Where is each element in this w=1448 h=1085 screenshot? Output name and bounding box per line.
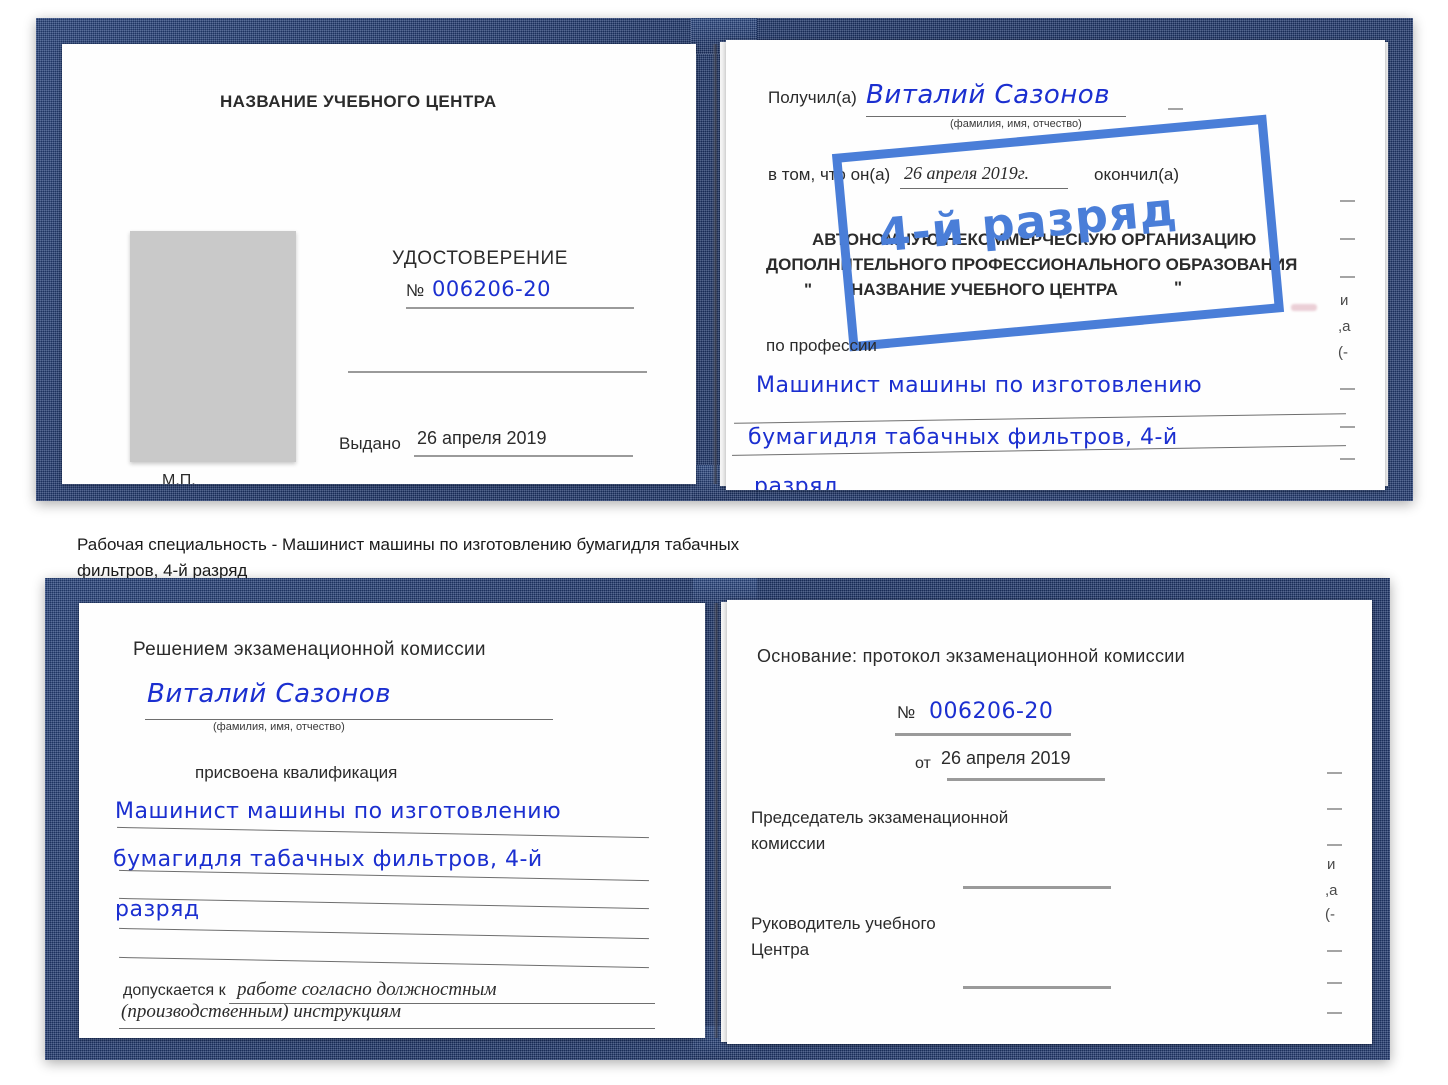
profession-hand-line-1: Машинист машины по изготовлению bbox=[756, 373, 1203, 398]
qualification-hand-line-3: разряд bbox=[115, 897, 200, 922]
head-of-center-signature-rule bbox=[963, 986, 1111, 989]
margin-fragment-6: (- bbox=[1338, 344, 1348, 361]
protocol-date-prefix: от bbox=[915, 755, 931, 772]
head-of-center-label-line-2: Центра bbox=[751, 940, 810, 959]
caption-line-1: Рабочая специальность - Машинист машины … bbox=[77, 535, 740, 554]
margin-fragment-2: — bbox=[1340, 230, 1355, 247]
margin-fragment-1: — bbox=[1340, 192, 1355, 209]
caption-block: Рабочая специальность - Машинист машины … bbox=[77, 532, 1007, 584]
protocol-number-prefix: № bbox=[897, 703, 916, 722]
book-top-right-page: Получил(а) Виталий Сазонов (фамилия, имя… bbox=[726, 40, 1385, 490]
margin-fragment-b8: — bbox=[1327, 974, 1342, 991]
qualification-rule-4 bbox=[119, 927, 649, 940]
chairman-signature-rule bbox=[963, 886, 1111, 889]
organization-quote-open: " bbox=[804, 280, 813, 299]
margin-fragment-b6: (- bbox=[1325, 906, 1335, 923]
pink-smudge bbox=[1291, 304, 1317, 311]
margin-fragment-9: — bbox=[1340, 450, 1355, 467]
commission-name-value: Виталий Сазонов bbox=[147, 679, 392, 709]
profession-hand-line-2: бумагидля табачных фильтров, 4-й bbox=[748, 425, 1178, 450]
profession-hand-line-3: разряд bbox=[754, 474, 839, 490]
photo-placeholder bbox=[130, 231, 296, 462]
admitted-rule-2 bbox=[119, 1028, 655, 1029]
training-center-name-heading: НАЗВАНИЕ УЧЕБНОГО ЦЕНТРА bbox=[220, 92, 497, 111]
protocol-date-rule bbox=[947, 778, 1105, 781]
book-bottom-right-page: Основание: протокол экзаменационной коми… bbox=[727, 600, 1372, 1044]
certificate-book-top: НАЗВАНИЕ УЧЕБНОГО ЦЕНТРА УДОСТОВЕРЕНИЕ №… bbox=[36, 18, 1413, 501]
blank-rule-middle bbox=[348, 371, 647, 373]
margin-fragment-b1: — bbox=[1327, 764, 1342, 781]
qualification-hand-line-2: бумагидля табачных фильтров, 4-й bbox=[113, 847, 543, 872]
margin-fragment-5: ,а bbox=[1338, 318, 1351, 335]
certificate-book-bottom: Решением экзаменационной комиссии Витали… bbox=[45, 578, 1390, 1060]
fio-hint-bottom: (фамилия, имя, отчество) bbox=[213, 721, 345, 733]
commission-name-rule bbox=[145, 719, 553, 720]
margin-fragment-3: — bbox=[1340, 268, 1355, 285]
protocol-number-value: 006206-20 bbox=[929, 699, 1054, 724]
protocol-date-value: 26 апреля 2019 bbox=[941, 748, 1071, 768]
chairman-label-line-1: Председатель экзаменационной bbox=[751, 808, 1009, 827]
margin-fragment-b5: ,а bbox=[1325, 882, 1338, 899]
profession-rule-1 bbox=[734, 413, 1346, 424]
issued-date-rule bbox=[414, 455, 633, 457]
head-of-center-label-line-1: Руководитель учебного bbox=[751, 914, 936, 933]
admitted-value-line-2: (производственным) инструкциям bbox=[121, 1001, 401, 1022]
margin-fragment-8: — bbox=[1340, 418, 1355, 435]
margin-fragment-7: — bbox=[1340, 380, 1355, 397]
received-label: Получил(а) bbox=[768, 88, 857, 107]
fio-hint-top: (фамилия, имя, отчество) bbox=[950, 118, 1082, 130]
certificate-number-value: 006206-20 bbox=[432, 277, 551, 301]
certificate-number-prefix: № bbox=[406, 281, 425, 300]
book-bottom-left-page: Решением экзаменационной комиссии Витали… bbox=[79, 603, 705, 1038]
seal-place-label: М.П. bbox=[162, 472, 196, 484]
book-bottom-spine-shadow bbox=[713, 603, 719, 1038]
protocol-number-rule bbox=[895, 733, 1071, 736]
margin-fragment-b2: — bbox=[1327, 800, 1342, 817]
margin-fragment-b7: — bbox=[1327, 942, 1342, 959]
margin-fragment-4: и bbox=[1340, 292, 1349, 309]
profession-label: по профессии bbox=[766, 336, 877, 355]
certificate-title: УДОСТОВЕРЕНИЕ bbox=[392, 248, 569, 269]
margin-fragment-b4: и bbox=[1327, 856, 1336, 873]
qualification-rule-5 bbox=[119, 956, 649, 969]
commission-decision-heading: Решением экзаменационной комиссии bbox=[133, 639, 486, 660]
admitted-value-line-1: работе согласно должностным bbox=[237, 979, 497, 1000]
book-top-left-page: НАЗВАНИЕ УЧЕБНОГО ЦЕНТРА УДОСТОВЕРЕНИЕ №… bbox=[62, 44, 696, 484]
certificate-number-rule bbox=[406, 307, 634, 309]
assigned-qualification-label: присвоена квалификация bbox=[195, 763, 398, 782]
book-top-spine-shadow bbox=[712, 44, 718, 484]
received-name-rule bbox=[866, 116, 1126, 117]
admitted-label: допускается к bbox=[123, 982, 226, 999]
chairman-label-line-2: комиссии bbox=[751, 834, 826, 853]
margin-fragment-b9: — bbox=[1327, 1004, 1342, 1021]
basis-protocol-label: Основание: протокол экзаменационной коми… bbox=[757, 646, 1185, 666]
received-holder-name: Виталий Сазонов bbox=[866, 80, 1111, 110]
issued-date-value: 26 апреля 2019 bbox=[417, 428, 547, 448]
qualification-rule-1 bbox=[117, 826, 649, 839]
qualification-hand-line-1: Машинист машины по изготовлению bbox=[115, 799, 562, 824]
dash-fragment-after-name: — bbox=[1168, 100, 1183, 117]
issued-label: Выдано bbox=[339, 434, 401, 453]
margin-fragment-b3: — bbox=[1327, 836, 1342, 853]
